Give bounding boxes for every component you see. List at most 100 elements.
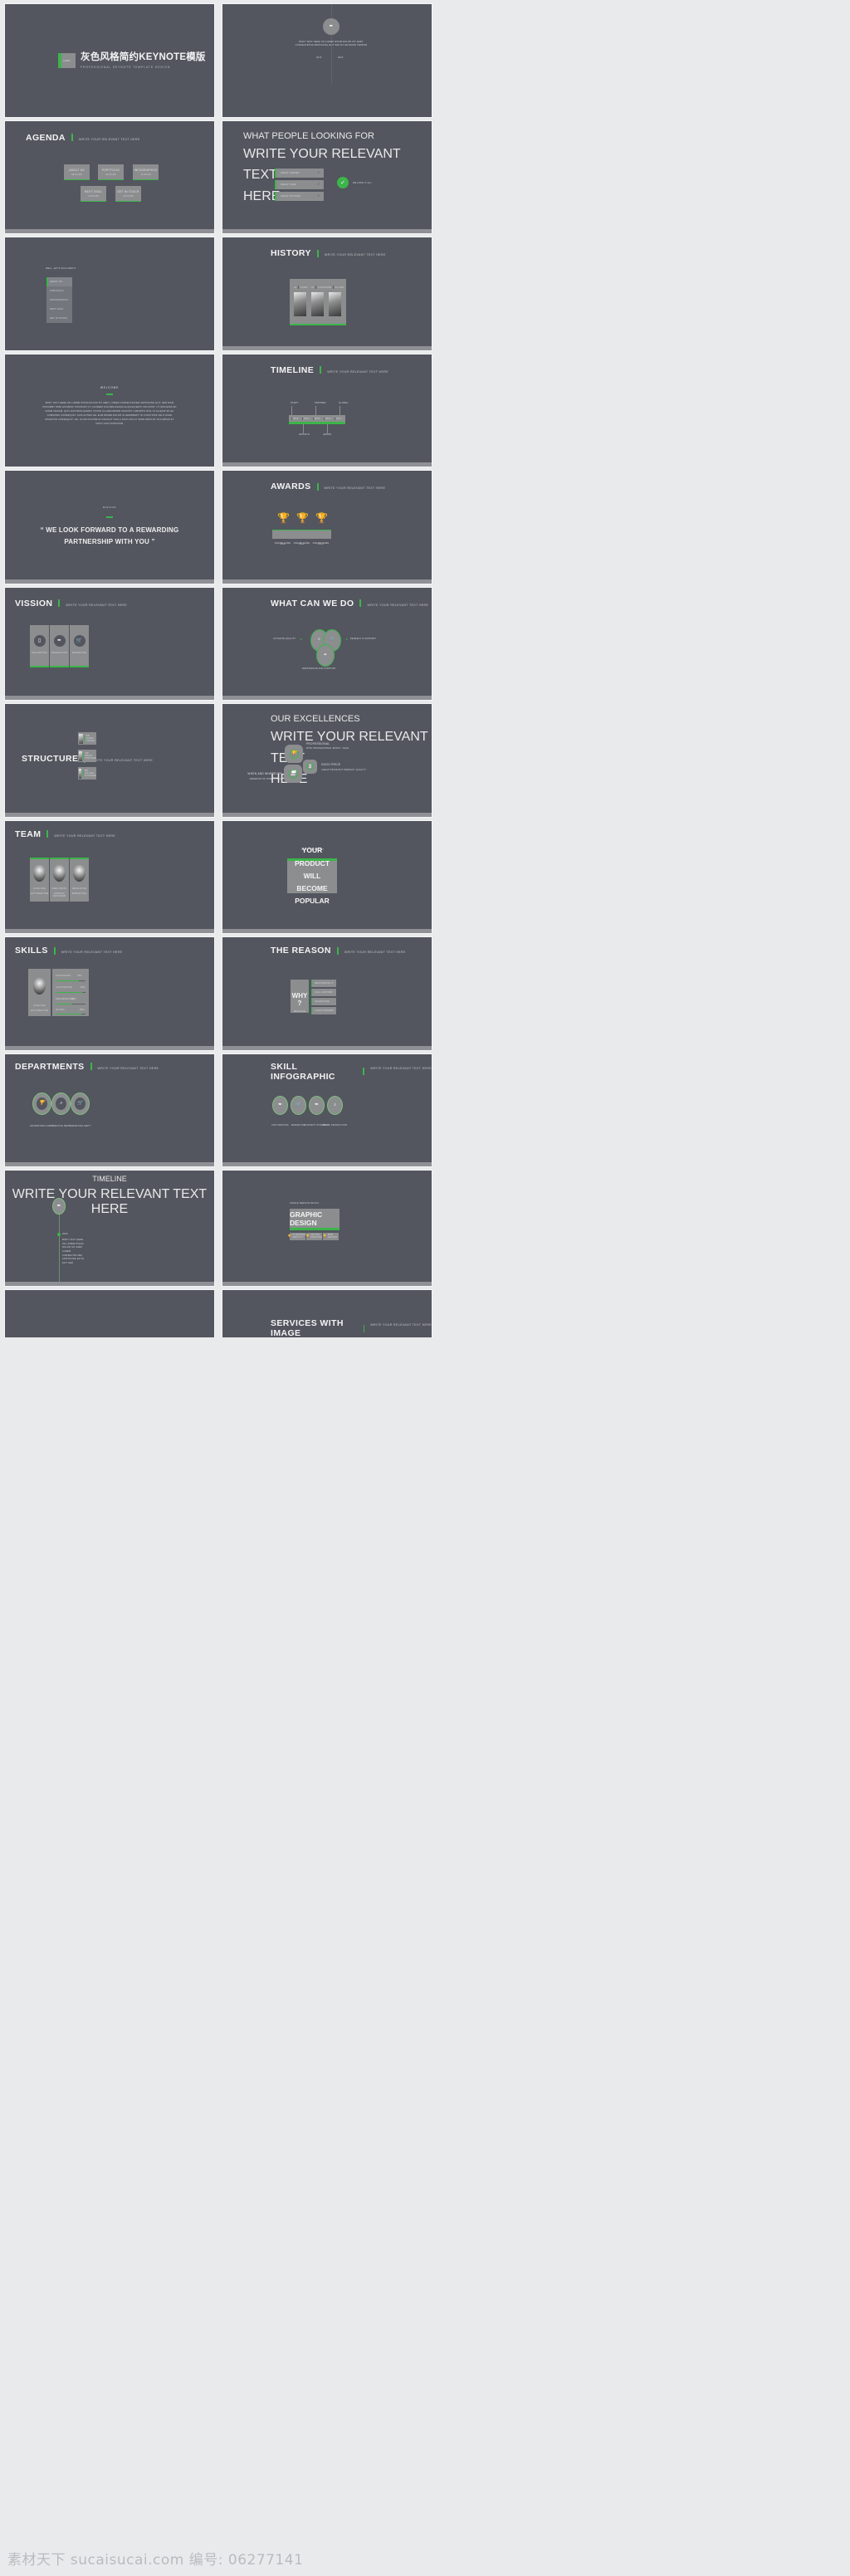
agenda-card[interactable]: PORTFOLIO 10:30 AM bbox=[98, 164, 124, 180]
slide-vission[interactable]: VISSION WRITE YOUR RELEVANT TEXT HERE ▯ … bbox=[4, 586, 215, 701]
structure-person[interactable]: MR. SALAMA FOUNDER bbox=[78, 767, 96, 780]
department-ring[interactable]: ⌕ bbox=[51, 1092, 71, 1115]
timeline-line bbox=[58, 1214, 60, 1285]
slide-agenda[interactable]: AGENDA WRITE YOUR RELEVANT TEXT HERE ABO… bbox=[4, 120, 215, 234]
menu-item-label: NEXT GOAL bbox=[50, 308, 64, 310]
slide-awards[interactable]: AWARDS WRITE YOUR RELEVANT TEXT HERE 🏆 🏆… bbox=[222, 470, 432, 584]
skill-bar-fill bbox=[56, 980, 80, 982]
award-plate[interactable]: 2011 bbox=[272, 529, 293, 545]
page-title: STRUCTURE bbox=[22, 754, 79, 764]
slide-the-reason[interactable]: THE REASON WRITE YOUR RELEVANT TEXT HERE… bbox=[222, 936, 432, 1051]
feather-icon: ✒ bbox=[324, 652, 328, 657]
slide-our-excellences[interactable]: OUR EXCELLENCES WRITE YOUR RELEVANT TEXT… bbox=[222, 703, 432, 818]
department-ring[interactable]: 🏆 bbox=[32, 1092, 51, 1115]
intro-label-left: 2015 bbox=[316, 56, 322, 59]
agenda-card[interactable]: ABOUT US 09:00 AM bbox=[64, 164, 90, 180]
accent-bar bbox=[363, 1068, 365, 1075]
avatar bbox=[79, 750, 82, 761]
search-icon[interactable]: ⌕ bbox=[317, 182, 320, 187]
skills-profile: JOHN DOE ART DIRECTOR bbox=[28, 969, 51, 1016]
skill-ring[interactable]: ✒ bbox=[272, 1095, 288, 1115]
caret-right-icon bbox=[300, 638, 302, 640]
slide-history[interactable]: HISTORY WRITE YOUR RELEVANT TEXT HERE 01… bbox=[222, 237, 432, 351]
slide-services-with-image[interactable]: SERVICES WITH IMAGE WRITE YOUR RELEVANT … bbox=[222, 1289, 432, 1337]
service-button[interactable]: 🏆 DIGITAL PRINTING bbox=[306, 1233, 322, 1240]
cart-icon: 🛒 bbox=[295, 1102, 302, 1107]
skill-ring[interactable]: 🛒 bbox=[291, 1095, 306, 1115]
slide-cover[interactable]: LOGO 灰色风格简约KEYNOTE模版 PROFESSIONAL KEYNOT… bbox=[4, 3, 215, 118]
accent-bar bbox=[359, 599, 362, 607]
avatar bbox=[33, 977, 46, 995]
quill-icon: ✒ bbox=[314, 1102, 320, 1107]
menu-item[interactable]: NEXT GOAL bbox=[46, 305, 72, 314]
search-icon[interactable]: ⌕ bbox=[317, 170, 320, 175]
award-plate[interactable]: 2013 bbox=[310, 529, 331, 545]
slide-what-people-looking-for[interactable]: WHAT PEOPLE LOOKING FOR WRITE YOUR RELEV… bbox=[222, 120, 432, 234]
trophy-icon: 🏆 bbox=[296, 512, 309, 524]
reason-row[interactable]: CLEAN MODERN bbox=[311, 1007, 336, 1014]
reason-row[interactable]: RESPONSIVE IT bbox=[311, 980, 336, 987]
slide-structure[interactable]: STRUCTURE WRITE YOUR RELEVANT TEXT HERE … bbox=[4, 703, 215, 818]
badge-label: WE HAVE IT ALL bbox=[353, 181, 372, 184]
slide-footer-band bbox=[222, 696, 432, 700]
service-button[interactable]: 🏆 WEB DESIGN bbox=[323, 1233, 339, 1240]
slide-skills[interactable]: SKILLS WRITE YOUR RELEVANT TEXT HERE JOH… bbox=[4, 936, 215, 1051]
agenda-card-label: ABOUT US bbox=[69, 168, 85, 172]
quote-line-2: PARTNERSHIP WITH YOU ” bbox=[64, 537, 155, 545]
vission-card[interactable]: ✒ PRODUCTION bbox=[50, 624, 69, 667]
slide-team[interactable]: TEAM WRITE YOUR RELEVANT TEXT HERE JOHN … bbox=[4, 819, 215, 934]
history-entry: 01 START bbox=[294, 286, 308, 289]
reason-row[interactable]: FULL SUPPORT bbox=[311, 989, 336, 996]
slide-single-service[interactable]: SINGLE SERVICE DETAIL GRAPHIC DESIGN 🏆 CO… bbox=[222, 1170, 432, 1287]
menu-item[interactable]: PORTFOLIO bbox=[46, 286, 72, 296]
team-card[interactable]: SARA SMITH GRAPHIC DESIGNER bbox=[50, 858, 69, 902]
skill-ring[interactable]: ✒ bbox=[309, 1095, 325, 1115]
skill-ring[interactable]: ♪ bbox=[327, 1095, 343, 1115]
intro-body: BODY TEXT HERE OR LOREM IPSUM DOLOR SIT … bbox=[295, 41, 368, 47]
skills-bars: PHOTOSHOP 78% ILLUSTRATOR 90% DREAMWEAVE… bbox=[52, 969, 89, 1016]
accent-bar bbox=[316, 249, 319, 257]
team-card[interactable]: SMILE RYAN MARKETING bbox=[70, 858, 89, 902]
dollar-icon: $ bbox=[308, 764, 312, 770]
award-label: AWARD NAME bbox=[312, 542, 330, 545]
slide-partial-left[interactable] bbox=[4, 1289, 215, 1337]
agenda-card[interactable]: GET IN TOUCH 14:00 AM bbox=[115, 185, 141, 202]
service-button[interactable]: 🏆 CORPORATE IDENTITY bbox=[288, 1233, 307, 1240]
skill-value: 85% bbox=[80, 1009, 85, 1011]
member-role: ART DIRECTOR bbox=[30, 892, 49, 895]
menu-item[interactable]: ABOUT US bbox=[46, 277, 72, 286]
slide-departments[interactable]: DEPARTMENTS WRITE YOUR RELEVANT TEXT HER… bbox=[4, 1053, 215, 1167]
award-plate[interactable]: 2012 bbox=[291, 529, 312, 545]
structure-person[interactable]: MR. BRIAN PARTNER bbox=[78, 750, 96, 762]
page-subtitle: WRITE YOUR RELEVANT TEXT HERE bbox=[54, 833, 116, 838]
agenda-card[interactable]: INFOGRAPHICS 11:30 AM bbox=[133, 164, 159, 180]
menu-item[interactable]: GET IN TOUCH bbox=[46, 314, 72, 323]
slide-product-result[interactable]: WHAT THE RESULT YOUR PRODUCT WILL BECOME… bbox=[222, 819, 432, 934]
vission-card[interactable]: 🛒 MARKETING bbox=[70, 624, 89, 667]
page-title: TEAM bbox=[15, 829, 42, 839]
search-row[interactable]: GREAT THEMES ⌕ bbox=[275, 168, 324, 178]
search-row[interactable]: GREAT NAME ⌕ bbox=[275, 179, 324, 189]
slide-what-can-we-do[interactable]: WHAT CAN WE DO WRITE YOUR RELEVANT TEXT … bbox=[222, 586, 432, 701]
slide-agenda-menu[interactable]: WELL, LET'S TALK ABOUT ABOUT US PORTFOLI… bbox=[4, 237, 215, 351]
page-title: SERVICES WITH IMAGE bbox=[271, 1318, 344, 1337]
department-ring[interactable]: 🛒 bbox=[71, 1092, 90, 1115]
structure-person[interactable]: MR. JAMES OWNER bbox=[78, 732, 96, 745]
search-icon[interactable]: ⌕ bbox=[317, 193, 320, 198]
vission-card[interactable]: ▯ PROJECTING bbox=[30, 624, 49, 667]
page-subtitle-l2: HERE bbox=[243, 188, 281, 203]
agenda-card[interactable]: NEXT GOAL 13:00 AM bbox=[81, 185, 106, 202]
menu-item-label: ABOUT US bbox=[50, 281, 62, 283]
cart-icon: 🛒 bbox=[76, 1101, 84, 1106]
search-row[interactable]: GREAT VISITORS ⌕ bbox=[275, 191, 324, 201]
slide-welcome[interactable]: WELCOME BODY TEXT HERE OR LOREM IPSUM DO… bbox=[4, 353, 215, 467]
slide-timeline-horizontal[interactable]: TIMELINE WRITE YOUR RELEVANT TEXT HERE S… bbox=[222, 353, 432, 467]
slide-mission-quote[interactable]: MISSION “ WE LOOK FORWARD TO A REWARDING… bbox=[4, 470, 215, 584]
slide-timeline-vertical[interactable]: TIMELINE WRITE YOUR RELEVANT TEXT HERE ✒… bbox=[4, 1170, 215, 1287]
slide-footer-band bbox=[5, 696, 214, 700]
reason-row[interactable]: GUARANTEE bbox=[311, 998, 336, 1005]
slide-intro[interactable]: ✒ BODY TEXT HERE OR LOREM IPSUM DOLOR SI… bbox=[222, 3, 432, 118]
slide-skill-infographic[interactable]: SKILL INFOGRAPHIC WRITE YOUR RELEVANT TE… bbox=[222, 1053, 432, 1167]
menu-item[interactable]: INFOGRAPHICS bbox=[46, 296, 72, 305]
team-card[interactable]: JOHN DOE ART DIRECTOR bbox=[30, 858, 49, 902]
